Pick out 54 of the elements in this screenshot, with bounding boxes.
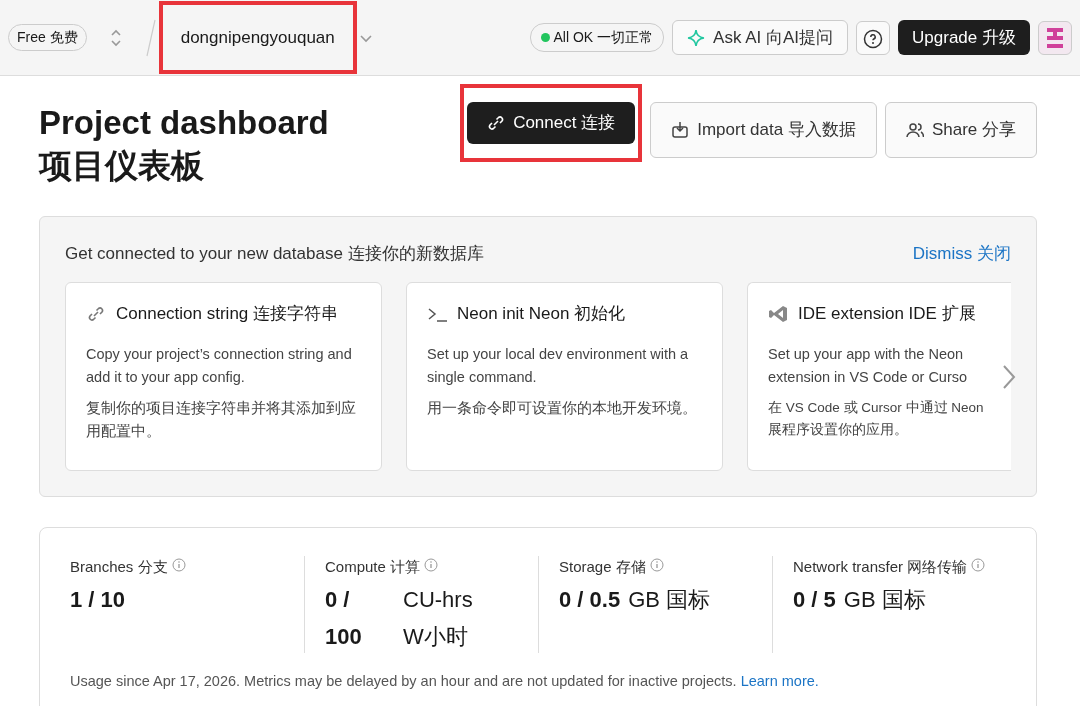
database-icon xyxy=(671,120,690,139)
users-icon xyxy=(905,120,924,139)
import-button[interactable]: Import data 导入数据 xyxy=(650,102,877,158)
panel-title: Get connected to your new database 连接你的新数据库 xyxy=(65,242,484,265)
metric-label: Branches 分支 xyxy=(70,557,168,578)
card-description: 在 VS Code 或 Cursor 中通过 Neon xyxy=(768,399,984,418)
share-button[interactable]: Share 分享 xyxy=(884,102,1037,158)
option-card[interactable]: IDE extension IDE 扩展 Set up your app with the Neon extension in VS Code or Curso 在 VS Code 或 Cursor 中通过 Neon 展程序设置你的应用。 xyxy=(747,282,1011,472)
metric-value: 0 / xyxy=(325,585,351,614)
metric-unit: GB 国标 xyxy=(628,585,711,614)
info-icon xyxy=(424,558,439,573)
metric-value: 0 / 0.5 xyxy=(559,585,621,614)
metric-unit: W小时 xyxy=(403,622,468,651)
metric-unit: GB 国标 xyxy=(843,585,926,614)
info-icon xyxy=(971,558,986,573)
metric-value: 100 xyxy=(325,622,363,651)
metric-unit: CU-hrs xyxy=(403,585,473,614)
page-title: Project dashboard xyxy=(39,103,330,143)
ask-ai-button[interactable]: Ask AI 向AI提问 xyxy=(672,19,849,56)
help-icon xyxy=(863,29,884,49)
upgrade-button[interactable]: Upgrade 升级 xyxy=(898,19,1030,56)
info-icon xyxy=(649,558,664,573)
learn-more-link[interactable]: Learn more. xyxy=(740,672,819,689)
usage-note: Usage since Apr 17, 2026. Metrics may be delayed by an hour and are not updated for inactive projects. Learn more. xyxy=(70,671,820,691)
card-title: IDE extension IDE 扩展 xyxy=(798,303,976,326)
page-title: 项目仪表板 xyxy=(39,145,205,186)
slash-divider xyxy=(144,17,157,58)
metric-label: Storage 存储 xyxy=(559,557,646,578)
card-description: Set up your app with the Neon xyxy=(768,344,964,364)
code-editor-icon xyxy=(768,304,790,325)
option-card[interactable]: Connection string 连接字符串 Copy your project’s connection string and add it to your app config. 复制你的项目连接字符串并将其添加到应用配置中。 xyxy=(65,282,382,472)
card-title: Neon init Neon 初始化 xyxy=(457,303,626,326)
help-button[interactable] xyxy=(856,20,891,55)
metric-label: Compute 计算 xyxy=(325,557,421,578)
sparkle-icon xyxy=(687,28,706,47)
link-icon xyxy=(487,113,506,132)
metric-label: Network transfer 网络传输 xyxy=(793,557,968,578)
card-title: Connection string 连接字符串 xyxy=(116,303,339,326)
info-icon xyxy=(171,558,186,573)
metric-value: 1 / 10 xyxy=(70,585,126,614)
card-description: 展程序设置你的应用。 xyxy=(768,420,908,439)
option-card[interactable]: Neon init Neon 初始化 Set up your local dev environment with a single command. 用一条命令即可设置你的本地开发环境。 xyxy=(406,282,723,472)
avatar[interactable] xyxy=(1038,20,1072,55)
card-description: extension in VS Code or Curso xyxy=(768,367,968,387)
card-description: Set up your local dev environment with a single command. xyxy=(427,344,690,387)
metric-value: 0 / 5 xyxy=(793,585,836,614)
card-description: 用一条命令即可设置你的本地开发环境。 xyxy=(427,399,698,419)
connect-button[interactable]: Connect 连接 xyxy=(467,102,636,144)
status-badge: All OK 一切正常 xyxy=(529,23,665,52)
logo-icon xyxy=(1046,26,1064,49)
card-description: 复制你的项目连接字符串并将其添加到应用配置中。 xyxy=(86,399,357,442)
plan-badge: Free 免费 xyxy=(8,24,87,51)
card-description: Copy your project’s connection string and add it to your app config. xyxy=(86,344,353,387)
dismiss-link[interactable]: Dismiss 关闭 xyxy=(912,240,1011,267)
